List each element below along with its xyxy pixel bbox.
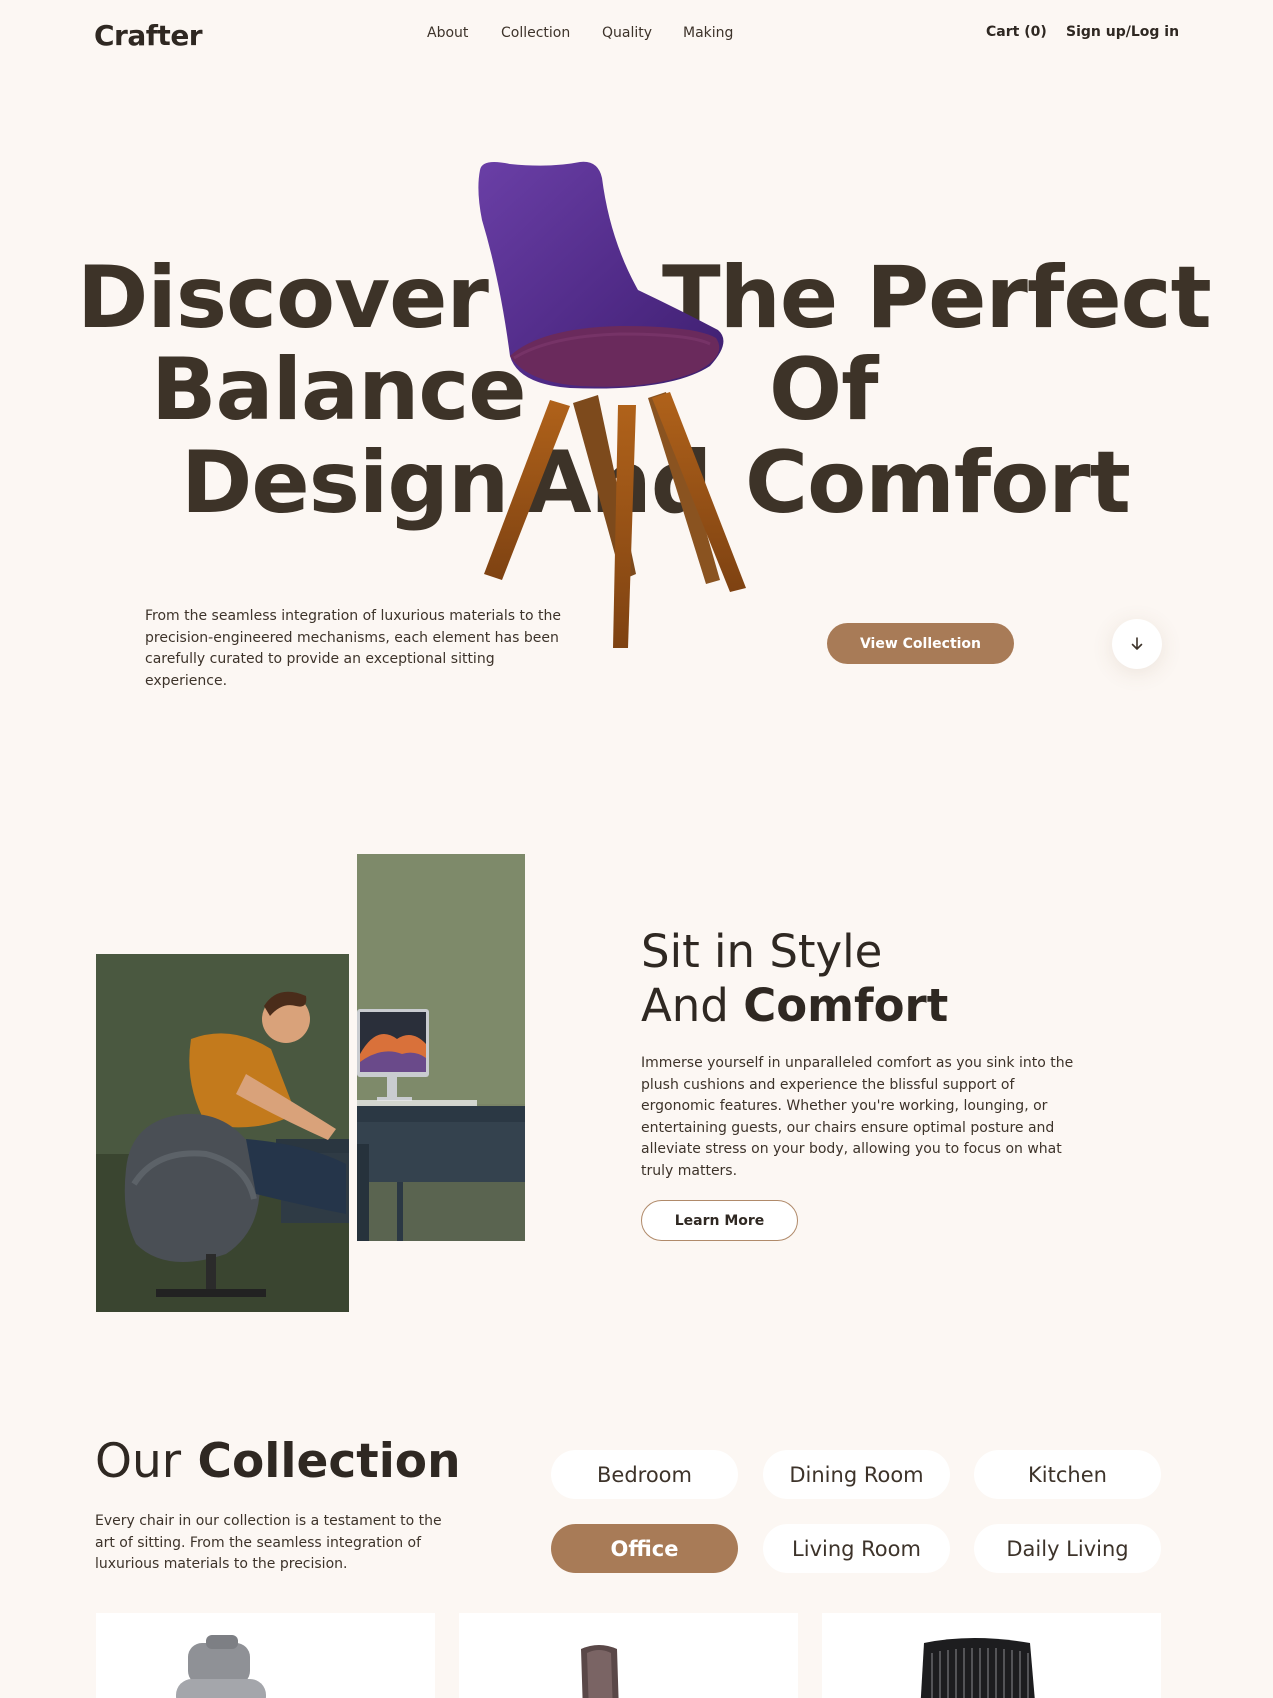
category-pill-dining-room[interactable]: Dining Room [763,1450,950,1499]
arrow-down-icon [1131,637,1143,650]
desk-computer-photo [357,854,525,1241]
category-pill-kitchen[interactable]: Kitchen [974,1450,1161,1499]
collection-description: Every chair in our collection is a testa… [95,1513,442,1572]
scroll-down-button[interactable] [1112,619,1162,669]
learn-more-button[interactable]: Learn More [641,1200,798,1241]
style-heading-line2-regular: And [641,979,729,1032]
nav-link-quality[interactable]: Quality [602,25,652,41]
style-heading-line2-bold: Comfort [743,979,949,1032]
category-pill-office[interactable]: Office [551,1524,738,1573]
product-card[interactable] [459,1613,798,1698]
style-description: Immerse yourself in unparalleled comfort… [641,1055,1074,1179]
collection-heading-bold: Collection [197,1434,461,1489]
nav-link-making[interactable]: Making [683,25,733,41]
office-chair-black-image [920,1638,1035,1698]
nav-link-collection[interactable]: Collection [501,25,570,41]
hero-title-comfort: Comfort [745,433,1131,533]
collection-heading: Our Collection [95,1434,461,1490]
hero-chair-image [478,161,746,648]
category-pill-living-room[interactable]: Living Room [763,1524,950,1573]
product-card[interactable] [822,1613,1161,1698]
style-heading: Sit in Style And Comfort [641,925,948,1033]
collection-heading-regular: Our [95,1434,182,1489]
office-chair-mesh-image [581,1645,619,1698]
product-card[interactable] [96,1613,435,1698]
hero-description: From the seamless integration of luxurio… [145,608,561,689]
signup-login-link[interactable]: Sign up/Log in [1066,24,1179,40]
category-pill-bedroom[interactable]: Bedroom [551,1450,738,1499]
office-chair-gray-image [176,1635,266,1698]
view-collection-button[interactable]: View Collection [827,623,1014,664]
nav-link-about[interactable]: About [427,25,468,41]
hero-title-discover: Discover [77,248,489,348]
category-pill-daily-living[interactable]: Daily Living [974,1524,1161,1573]
cart-link[interactable]: Cart (0) [986,24,1047,40]
style-heading-line1: Sit in Style [641,925,883,978]
man-at-desk-photo [96,954,349,1312]
hero-title-design: Design [181,433,509,533]
